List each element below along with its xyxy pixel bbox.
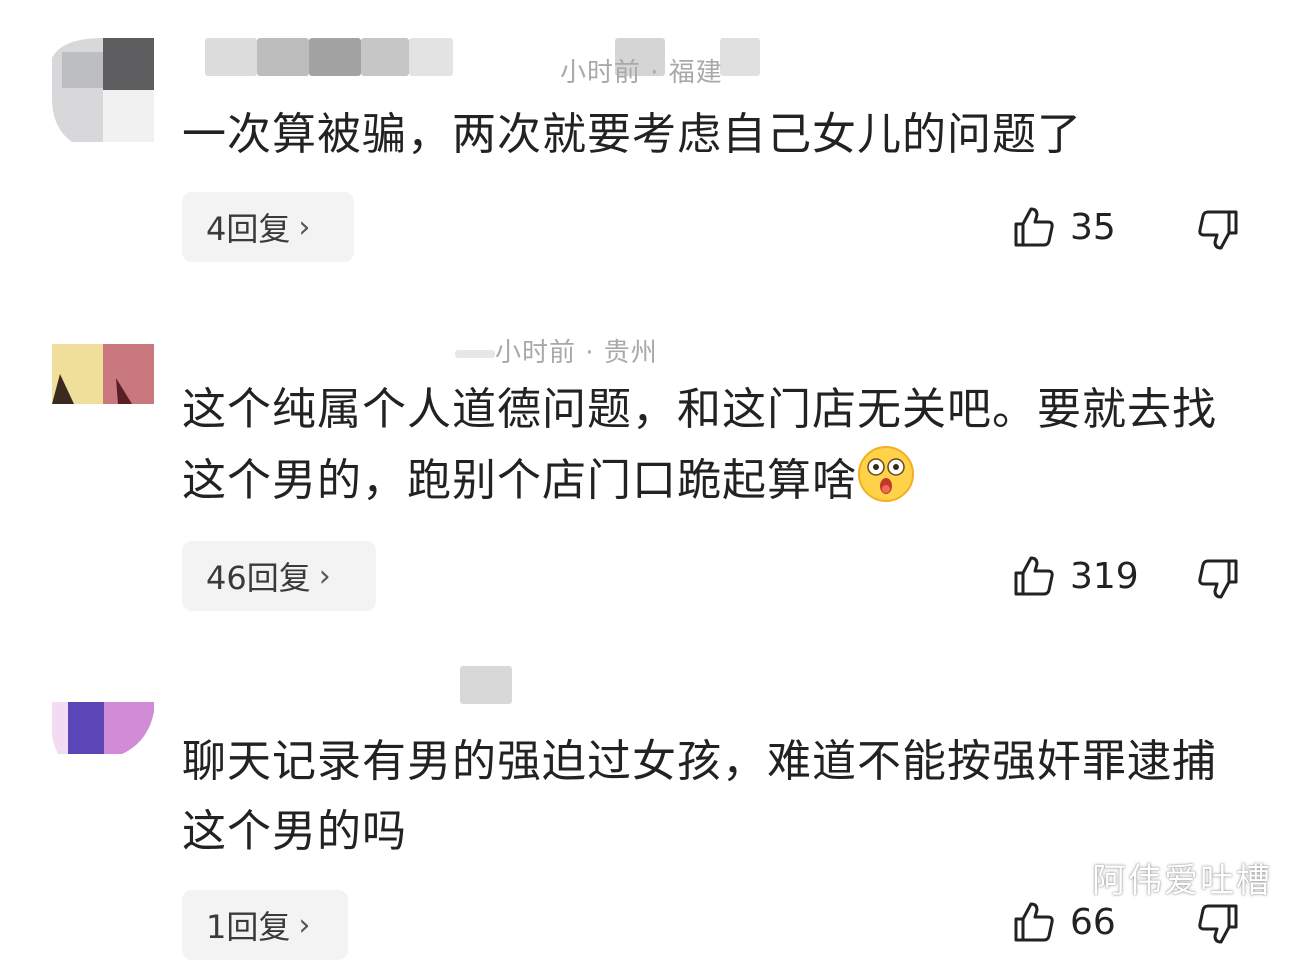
avatar-pixelated-image (52, 344, 154, 404)
view-replies-button[interactable]: 46回复 › (182, 541, 376, 611)
watermark: 阿伟爱吐槽 (1092, 861, 1272, 901)
view-replies-button[interactable]: 4回复 › (182, 192, 354, 262)
thumbs-down-icon[interactable] (1196, 557, 1240, 601)
comment-text-body: 这个纯属个人道德问题，和这门店无关吧。要就去找这个男的，跑别个店门口跪起算啥 (182, 384, 1217, 506)
thumbs-down-icon[interactable] (1196, 208, 1240, 252)
chevron-right-icon: › (318, 558, 331, 594)
thumbs-down-icon[interactable] (1196, 902, 1240, 946)
replies-label: 4回复 (206, 210, 291, 248)
like-button[interactable]: 35 (1012, 205, 1116, 249)
chevron-right-icon: › (298, 907, 311, 943)
like-count: 319 (1070, 555, 1139, 597)
comment-meta: 小时前 · 贵州 (495, 338, 658, 368)
comment-text: 一次算被骗，两次就要考虑自己女儿的问题了 (182, 109, 1082, 160)
comment-text: 聊天记录有男的强迫过女孩，难道不能按强奸罪逮捕这个男的吗 (182, 736, 1217, 857)
thumbs-up-icon (1014, 556, 1054, 596)
chevron-right-icon: › (298, 209, 311, 245)
avatar-pixelated-image (52, 38, 154, 142)
view-replies-button[interactable]: 1回复 › (182, 890, 348, 960)
like-count: 66 (1070, 901, 1116, 943)
replies-label: 46回复 (206, 559, 311, 597)
like-button[interactable]: 319 (1012, 554, 1139, 598)
thumbs-up-icon (1014, 902, 1054, 942)
avatar-pixelated-image (52, 702, 154, 754)
replies-label: 1回复 (206, 908, 291, 946)
like-count: 35 (1070, 206, 1116, 248)
like-button[interactable]: 66 (1012, 900, 1116, 944)
avatar[interactable] (52, 344, 154, 404)
astonished-face-emoji (858, 446, 914, 502)
avatar[interactable] (52, 38, 154, 142)
avatar[interactable] (52, 702, 154, 754)
thumbs-up-icon (1014, 207, 1054, 247)
comment-meta: 小时前 · 福建 (560, 58, 723, 88)
comment-text: 这个纯属个人道德问题，和这门店无关吧。要就去找这个男的，跑别个店门口跪起算啥 (182, 375, 1242, 516)
